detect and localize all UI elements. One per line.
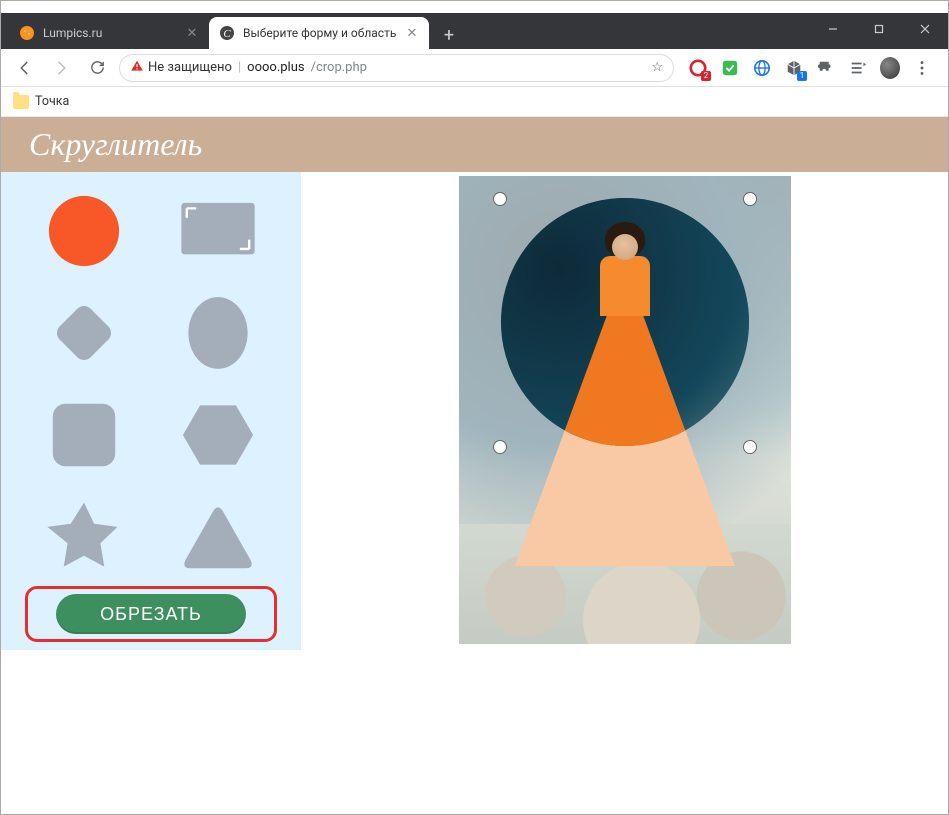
crop-button-wrap: ОБРЕЗАТЬ xyxy=(31,594,271,634)
omnibox-separator: | xyxy=(238,60,241,75)
address-bar: Не защищено | oooo.plus/crop.php ☆ 2 1 xyxy=(1,49,948,87)
tab-crop[interactable]: C Выберите форму и область для ✕ xyxy=(209,17,429,49)
page-footer-space xyxy=(1,650,948,786)
window-maximize[interactable] xyxy=(856,13,902,45)
crop-handle-top-left[interactable] xyxy=(493,192,507,206)
toolbar-extensions: 2 1 xyxy=(682,58,938,78)
shape-ellipse[interactable] xyxy=(179,294,257,372)
browser-chrome: Lumpics.ru ✕ C Выберите форму и область … xyxy=(1,13,948,117)
crop-selection-circle[interactable] xyxy=(501,198,749,446)
url-path: /crop.php xyxy=(311,60,367,75)
page-content: Скруглитель xyxy=(1,117,948,786)
warning-icon xyxy=(130,59,144,77)
extensions-puzzle-icon[interactable] xyxy=(816,58,836,78)
security-status[interactable]: Не защищено xyxy=(130,59,232,77)
tab-strip: Lumpics.ru ✕ C Выберите форму и область … xyxy=(1,13,948,49)
tab-close-icon[interactable]: ✕ xyxy=(405,26,419,40)
tab-title: Выберите форму и область для xyxy=(243,26,397,40)
page-title: Скруглитель xyxy=(29,126,202,163)
page-body: ОБРЕЗАТЬ xyxy=(1,172,948,650)
tab-title: Lumpics.ru xyxy=(43,26,177,40)
profile-avatar[interactable] xyxy=(880,58,900,78)
bookmark-folder[interactable]: Точка xyxy=(13,94,69,109)
nav-back-button[interactable] xyxy=(11,54,39,82)
badge: 1 xyxy=(797,71,807,81)
crop-button[interactable]: ОБРЕЗАТЬ xyxy=(56,594,246,634)
shape-circle[interactable] xyxy=(45,192,123,270)
crop-handle-top-right[interactable] xyxy=(743,192,757,206)
chrome-menu-icon[interactable] xyxy=(912,58,932,78)
nav-forward-button[interactable] xyxy=(47,54,75,82)
shape-rectangle-crop[interactable] xyxy=(179,192,257,270)
photo-frame[interactable] xyxy=(459,176,791,644)
url-host: oooo.plus xyxy=(247,60,304,75)
window-close[interactable] xyxy=(902,13,948,45)
shape-hexagon[interactable] xyxy=(179,396,257,474)
bookmarks-bar: Точка xyxy=(1,87,948,117)
shape-panel: ОБРЕЗАТЬ xyxy=(1,172,301,650)
folder-icon xyxy=(13,95,29,109)
window-minimize[interactable] xyxy=(810,13,856,45)
shape-rounded-square[interactable] xyxy=(45,396,123,474)
extension-opera-icon[interactable]: 2 xyxy=(688,58,708,78)
nav-reload-button[interactable] xyxy=(83,54,111,82)
omnibox[interactable]: Не защищено | oooo.plus/crop.php ☆ xyxy=(119,54,674,82)
crop-handle-bottom-left[interactable] xyxy=(493,440,507,454)
shape-diamond[interactable] xyxy=(45,294,123,372)
canvas-area xyxy=(301,172,948,650)
bookmark-label: Точка xyxy=(35,94,69,109)
window-controls xyxy=(810,13,948,45)
tab-lumpics[interactable]: Lumpics.ru ✕ xyxy=(9,17,209,49)
media-controls-icon[interactable] xyxy=(848,58,868,78)
shape-triangle[interactable] xyxy=(179,498,257,576)
favicon-lumpics xyxy=(19,25,35,41)
svg-text:C: C xyxy=(223,28,231,40)
security-label: Не защищено xyxy=(148,60,232,75)
favicon-crop: C xyxy=(219,25,235,41)
bookmark-star-icon[interactable]: ☆ xyxy=(651,60,663,75)
shape-star[interactable] xyxy=(45,498,123,576)
extension-globe-icon[interactable] xyxy=(752,58,772,78)
window-titlebar xyxy=(1,1,948,13)
page-header: Скруглитель xyxy=(1,117,948,172)
shape-grid xyxy=(31,192,271,576)
tab-close-icon[interactable]: ✕ xyxy=(185,26,199,40)
badge: 2 xyxy=(701,71,711,81)
extension-check-icon[interactable] xyxy=(720,58,740,78)
new-tab-button[interactable]: + xyxy=(435,21,463,49)
crop-handle-bottom-right[interactable] xyxy=(743,440,757,454)
extension-cube-icon[interactable]: 1 xyxy=(784,58,804,78)
